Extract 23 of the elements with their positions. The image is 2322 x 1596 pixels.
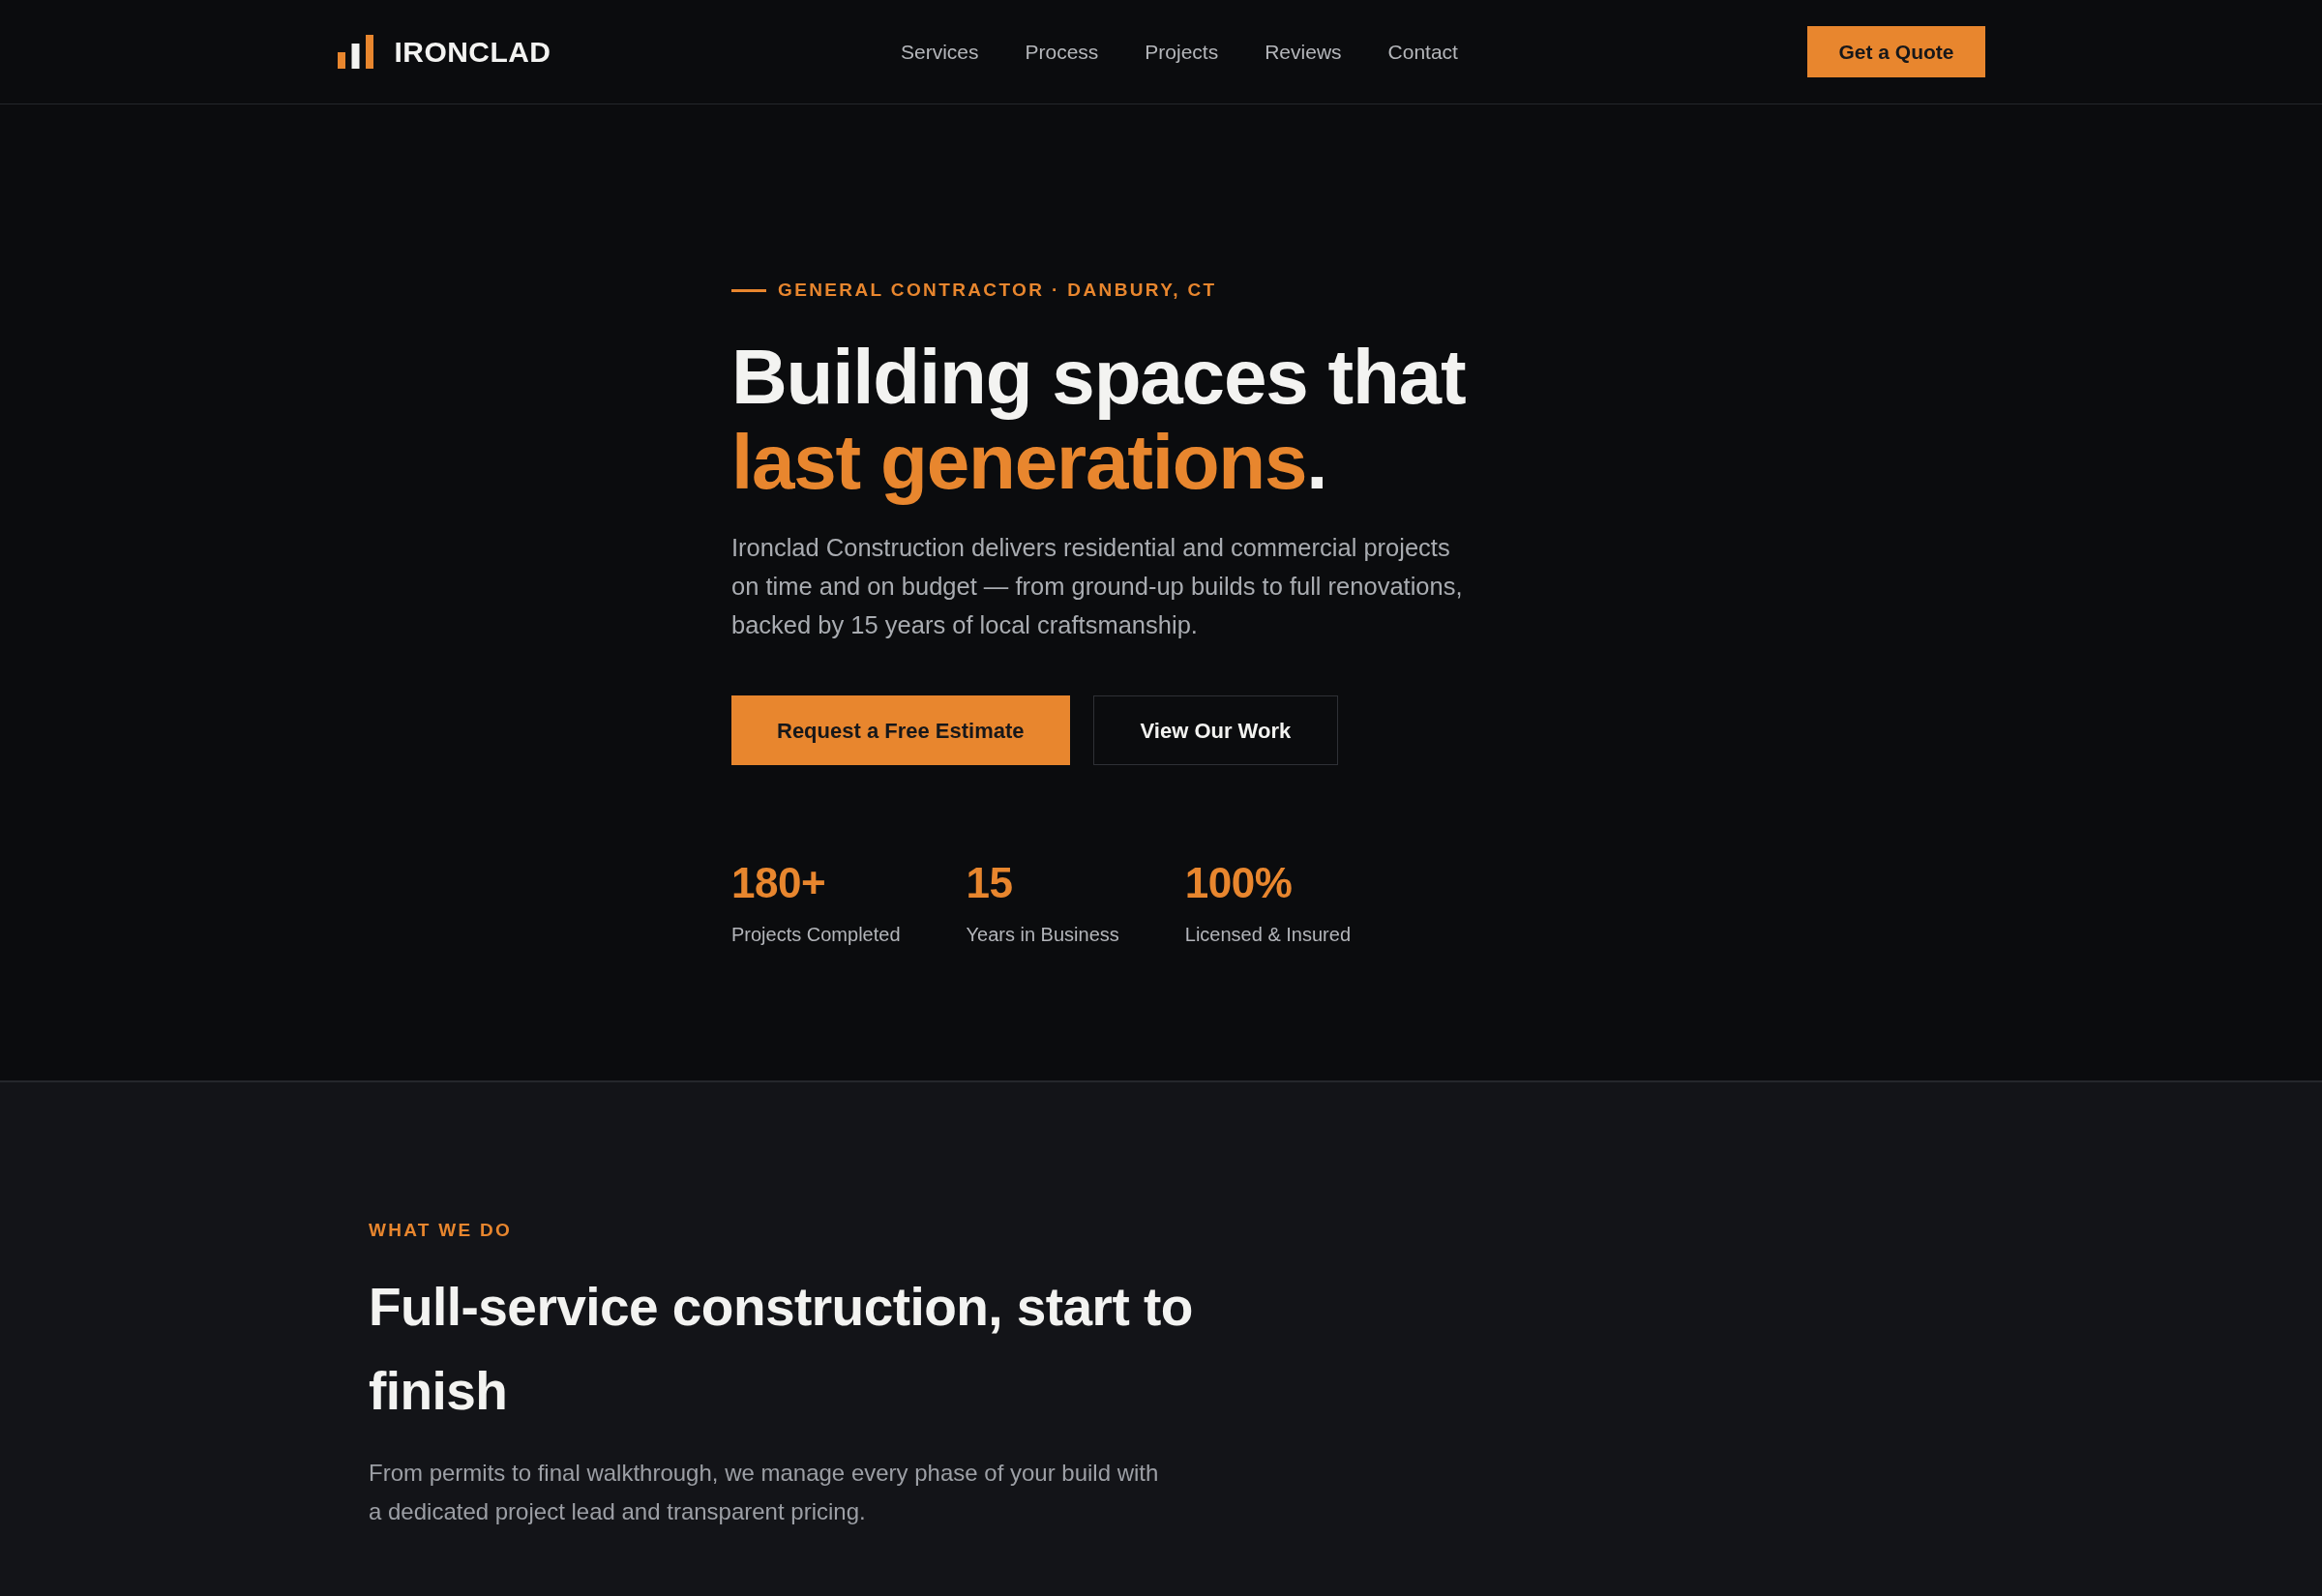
hero-description: Ironclad Construction delivers residential and commercial projects on time and on budget — from ground-up builds to full renovations, backed by 15 years of local craftsmanship. <box>731 533 1464 640</box>
nav-link[interactable]: Contact <box>1387 39 1458 65</box>
hero-heading: Building spaces that last generations. <box>731 335 1467 505</box>
stat-label: Projects Completed <box>731 923 901 946</box>
brand-logo[interactable]: IRONCLAD <box>337 34 551 70</box>
nav-link[interactable]: Services <box>900 39 979 65</box>
dash-icon <box>731 288 766 292</box>
stat-value: 180+ <box>731 862 827 904</box>
nav-link[interactable]: Projects <box>1145 39 1219 65</box>
stat-label: Years in Business <box>966 923 1119 946</box>
section-heading: Full-service construction, start to finish <box>369 1276 1194 1423</box>
stat-value: 100% <box>1184 862 1294 904</box>
section-eyebrow: WHAT WE DO <box>369 1220 513 1241</box>
bars-icon <box>337 35 373 69</box>
request-estimate-button[interactable]: Request a Free Estimate <box>731 695 1070 765</box>
get-quote-button[interactable]: Get a Quote <box>1807 26 1985 77</box>
view-work-button[interactable]: View Our Work <box>1092 695 1339 765</box>
nav-link[interactable]: Process <box>1025 39 1099 65</box>
nav-link[interactable]: Reviews <box>1265 39 1342 65</box>
stat-value: 15 <box>966 862 1014 904</box>
section-description: From permits to final walkthrough, we manage every phase of your build with a dedicated project lead and transparent pricing. <box>369 1459 1160 1526</box>
stat-label: Licensed & Insured <box>1184 923 1351 946</box>
eyebrow-label: GENERAL CONTRACTOR · DANBURY, CT <box>778 280 1217 301</box>
